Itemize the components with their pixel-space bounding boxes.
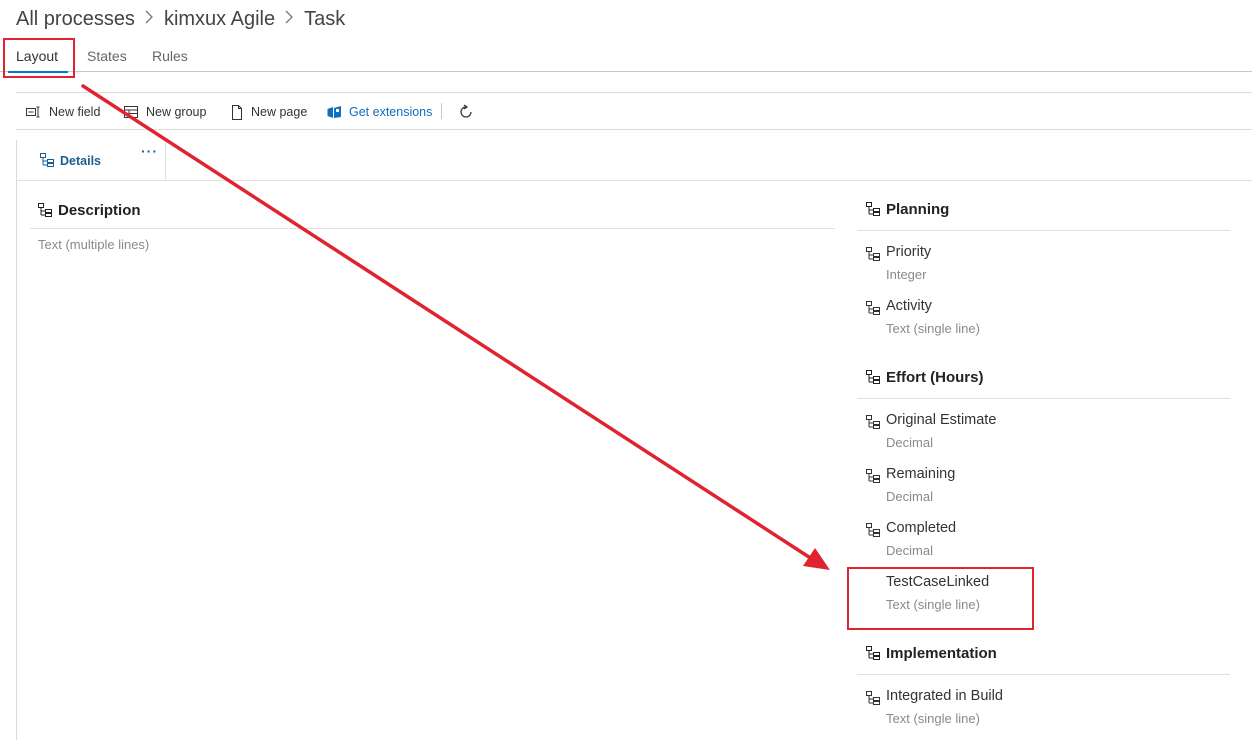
- field-name: Integrated in Build: [886, 688, 1003, 704]
- new-page-label: New page: [251, 105, 308, 119]
- get-extensions-label: Get extensions: [349, 105, 433, 119]
- group-description-header[interactable]: Description: [38, 199, 141, 221]
- description-field-type: Text (multiple lines): [38, 237, 150, 252]
- page-tab-label: Details: [60, 154, 101, 168]
- chevron-right-icon: [145, 10, 154, 29]
- field-type: Text (single line): [886, 321, 980, 336]
- drag-handle-icon: [866, 469, 880, 483]
- group-effort-header[interactable]: Effort (Hours): [866, 366, 984, 388]
- breadcrumb-process[interactable]: kimxux Agile: [164, 8, 275, 31]
- tab-states[interactable]: States: [87, 48, 127, 64]
- drag-handle-icon: [866, 691, 880, 705]
- field-integrated-in-build[interactable]: Integrated in Build Text (single line): [856, 688, 1156, 732]
- group-implementation-title: Implementation: [886, 644, 997, 662]
- page-tab-details[interactable]: Details ···: [16, 140, 166, 181]
- drag-handle-icon: [866, 202, 880, 216]
- drag-handle-icon: [866, 301, 880, 315]
- field-remaining[interactable]: Remaining Decimal: [856, 466, 1156, 510]
- page-tab-strip: [16, 140, 1252, 181]
- extensions-icon: [327, 106, 341, 118]
- breadcrumb-work-item-type[interactable]: Task: [304, 8, 345, 31]
- field-name: Completed: [886, 520, 957, 536]
- drag-handle-icon: [40, 153, 54, 167]
- field-type: Text (single line): [886, 597, 980, 612]
- new-group-label: New group: [146, 105, 207, 119]
- group-planning-title: Planning: [886, 200, 950, 218]
- more-icon[interactable]: ···: [141, 143, 158, 159]
- drag-handle-icon: [38, 203, 52, 217]
- chevron-right-icon: [285, 10, 294, 29]
- drag-handle-icon: [866, 247, 880, 261]
- field-completed[interactable]: Completed Decimal: [856, 520, 1156, 564]
- refresh-button[interactable]: [458, 103, 481, 121]
- field-original-estimate[interactable]: Original Estimate Decimal: [856, 412, 1156, 456]
- tab-rules[interactable]: Rules: [152, 48, 188, 64]
- field-type: Decimal: [886, 489, 933, 504]
- group-divider: [857, 674, 1230, 675]
- field-activity[interactable]: Activity Text (single line): [856, 298, 1156, 342]
- group-divider: [30, 228, 835, 229]
- new-field-button[interactable]: New field: [26, 103, 100, 121]
- new-group-icon: [124, 106, 138, 118]
- drag-handle-icon: [866, 646, 880, 660]
- field-name: Original Estimate: [886, 412, 997, 428]
- group-description-title: Description: [58, 201, 141, 219]
- toolbar-divider: [441, 103, 442, 119]
- group-effort-title: Effort (Hours): [886, 368, 984, 386]
- field-priority[interactable]: Priority Integer: [856, 244, 1156, 288]
- field-type: Text (single line): [886, 711, 980, 726]
- field-name: Priority: [886, 244, 932, 260]
- drag-handle-icon: [866, 415, 880, 429]
- breadcrumb: All processes kimxux Agile Task: [16, 6, 345, 32]
- field-type: Integer: [886, 267, 927, 282]
- tab-layout[interactable]: Layout: [16, 48, 58, 64]
- field-type: Decimal: [886, 543, 933, 558]
- group-implementation-header[interactable]: Implementation: [866, 642, 997, 664]
- group-divider: [857, 230, 1230, 231]
- new-field-icon: [26, 106, 40, 118]
- drag-handle-icon: [866, 370, 880, 384]
- field-name: Remaining: [886, 466, 956, 482]
- new-page-button[interactable]: New page: [230, 103, 307, 121]
- field-name: Activity: [886, 298, 932, 314]
- new-field-label: New field: [49, 105, 101, 119]
- new-page-icon: [232, 104, 242, 120]
- refresh-icon: [460, 104, 472, 118]
- field-type: Decimal: [886, 435, 933, 450]
- field-name: TestCaseLinked: [886, 574, 990, 590]
- field-testcaselinked[interactable]: TestCaseLinked Text (single line): [856, 574, 1026, 618]
- get-extensions-button[interactable]: Get extensions: [327, 103, 432, 121]
- drag-handle-icon: [866, 523, 880, 537]
- active-tab-indicator: [8, 71, 68, 73]
- group-planning-header[interactable]: Planning: [866, 198, 949, 220]
- process-tabs: Layout States Rules: [0, 38, 1252, 73]
- breadcrumb-all-processes[interactable]: All processes: [16, 8, 135, 31]
- new-group-button[interactable]: New group: [124, 103, 206, 121]
- group-divider: [857, 398, 1230, 399]
